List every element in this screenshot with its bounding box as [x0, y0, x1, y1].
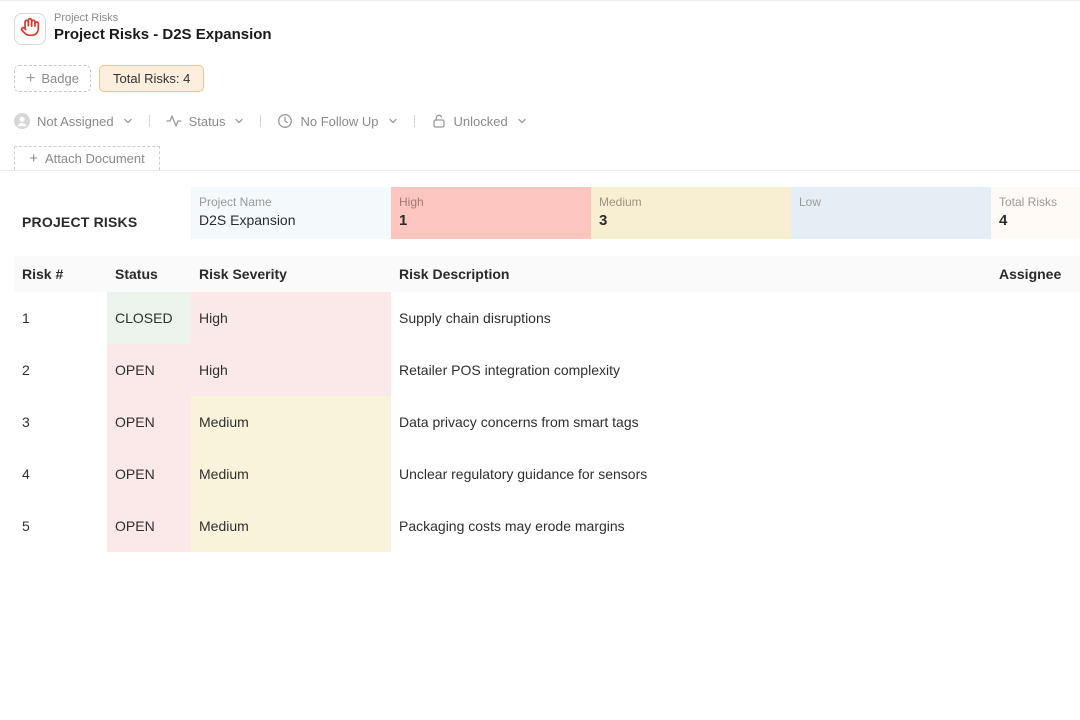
- toolbar-separator: [260, 115, 262, 127]
- severity-cell[interactable]: Medium: [191, 500, 391, 552]
- add-badge-label: Badge: [41, 71, 79, 86]
- summary-label: Total Risks: [999, 195, 1058, 209]
- description-cell[interactable]: Data privacy concerns from smart tags: [391, 396, 971, 448]
- assignee-dropdown[interactable]: Not Assigned: [14, 113, 133, 129]
- description-cell[interactable]: Supply chain disruptions: [391, 292, 971, 344]
- status-cell[interactable]: CLOSED: [107, 292, 191, 344]
- summary-value: 4: [999, 212, 1008, 229]
- hand-icon: [20, 17, 40, 42]
- chevron-down-icon: [234, 116, 244, 126]
- user-avatar-icon: [14, 113, 30, 129]
- table-row[interactable]: 4 OPEN Medium Unclear regulatory guidanc…: [14, 448, 1080, 500]
- status-label: Status: [188, 113, 226, 129]
- summary-value: 1: [399, 212, 408, 229]
- chevron-down-icon: [517, 116, 527, 126]
- summary-label: Project Name: [199, 195, 272, 209]
- severity-cell[interactable]: Medium: [191, 448, 391, 500]
- status-cell[interactable]: OPEN: [107, 448, 191, 500]
- column-header-risk-number[interactable]: Risk #: [22, 256, 63, 292]
- summary-medium: Medium 3: [591, 187, 791, 239]
- description-cell[interactable]: Packaging costs may erode margins: [391, 500, 971, 552]
- plus-icon: +: [26, 69, 36, 87]
- attach-document-label: Attach Document: [45, 151, 145, 166]
- summary-label: High: [399, 195, 424, 209]
- unlock-icon: [431, 113, 447, 129]
- risk-number-cell: 2: [22, 362, 30, 378]
- plus-icon: +: [29, 150, 39, 167]
- total-risks-badge[interactable]: Total Risks: 4: [99, 65, 205, 92]
- column-header-assignee[interactable]: Assignee: [999, 256, 1061, 292]
- lock-dropdown[interactable]: Unlocked: [431, 113, 527, 129]
- summary-high: High 1: [391, 187, 591, 239]
- follow-up-dropdown[interactable]: No Follow Up: [277, 113, 397, 129]
- chevron-down-icon: [123, 116, 133, 126]
- status-cell[interactable]: OPEN: [107, 344, 191, 396]
- description-cell[interactable]: Retailer POS integration complexity: [391, 344, 971, 396]
- summary-low: Low: [791, 187, 991, 239]
- table-row[interactable]: 1 CLOSED High Supply chain disruptions: [14, 292, 1080, 344]
- table-row[interactable]: 5 OPEN Medium Packaging costs may erode …: [14, 500, 1080, 552]
- add-badge-button[interactable]: + Badge: [14, 65, 91, 92]
- risk-number-cell: 1: [22, 310, 30, 326]
- risk-number-cell: 4: [22, 466, 30, 482]
- risk-number-cell: 3: [22, 414, 30, 430]
- risk-number-cell: 5: [22, 518, 30, 534]
- status-cell[interactable]: OPEN: [107, 396, 191, 448]
- follow-up-label: No Follow Up: [300, 113, 379, 129]
- summary-project-name: Project Name D2S Expansion: [191, 187, 391, 239]
- severity-cell[interactable]: High: [191, 344, 391, 396]
- assignee-label: Not Assigned: [37, 113, 114, 129]
- toolbar-separator: [413, 115, 415, 127]
- column-header-status[interactable]: Status: [115, 256, 158, 292]
- activity-icon: [165, 113, 182, 129]
- table-header: [14, 256, 1080, 292]
- status-dropdown[interactable]: Status: [165, 113, 245, 129]
- description-cell[interactable]: Unclear regulatory guidance for sensors: [391, 448, 971, 500]
- summary-value: 3: [599, 212, 608, 229]
- lock-label: Unlocked: [453, 113, 508, 129]
- summary-value: D2S Expansion: [199, 212, 296, 228]
- app-icon-button[interactable]: [14, 13, 46, 45]
- status-cell[interactable]: OPEN: [107, 500, 191, 552]
- table-row[interactable]: 3 OPEN Medium Data privacy concerns from…: [14, 396, 1080, 448]
- section-divider: [0, 170, 1080, 171]
- column-header-severity[interactable]: Risk Severity: [199, 256, 287, 292]
- toolbar: Not Assigned Status No Follow Up Unlocke…: [14, 110, 527, 132]
- summary-label: Medium: [599, 195, 642, 209]
- summary-total: Total Risks 4: [991, 187, 1080, 239]
- breadcrumb[interactable]: Project Risks: [54, 12, 118, 24]
- summary-label: Low: [799, 195, 822, 209]
- chevron-down-icon: [388, 116, 398, 126]
- severity-cell[interactable]: Medium: [191, 396, 391, 448]
- top-border: [0, 0, 1080, 1]
- severity-cell[interactable]: High: [191, 292, 391, 344]
- summary-title: PROJECT RISKS: [22, 214, 138, 230]
- toolbar-separator: [148, 115, 150, 127]
- column-header-description[interactable]: Risk Description: [399, 256, 509, 292]
- table-row[interactable]: 2 OPEN High Retailer POS integration com…: [14, 344, 1080, 396]
- clock-icon: [277, 113, 293, 129]
- page-title: Project Risks - D2S Expansion: [54, 26, 272, 43]
- attach-document-button[interactable]: + Attach Document: [14, 146, 160, 170]
